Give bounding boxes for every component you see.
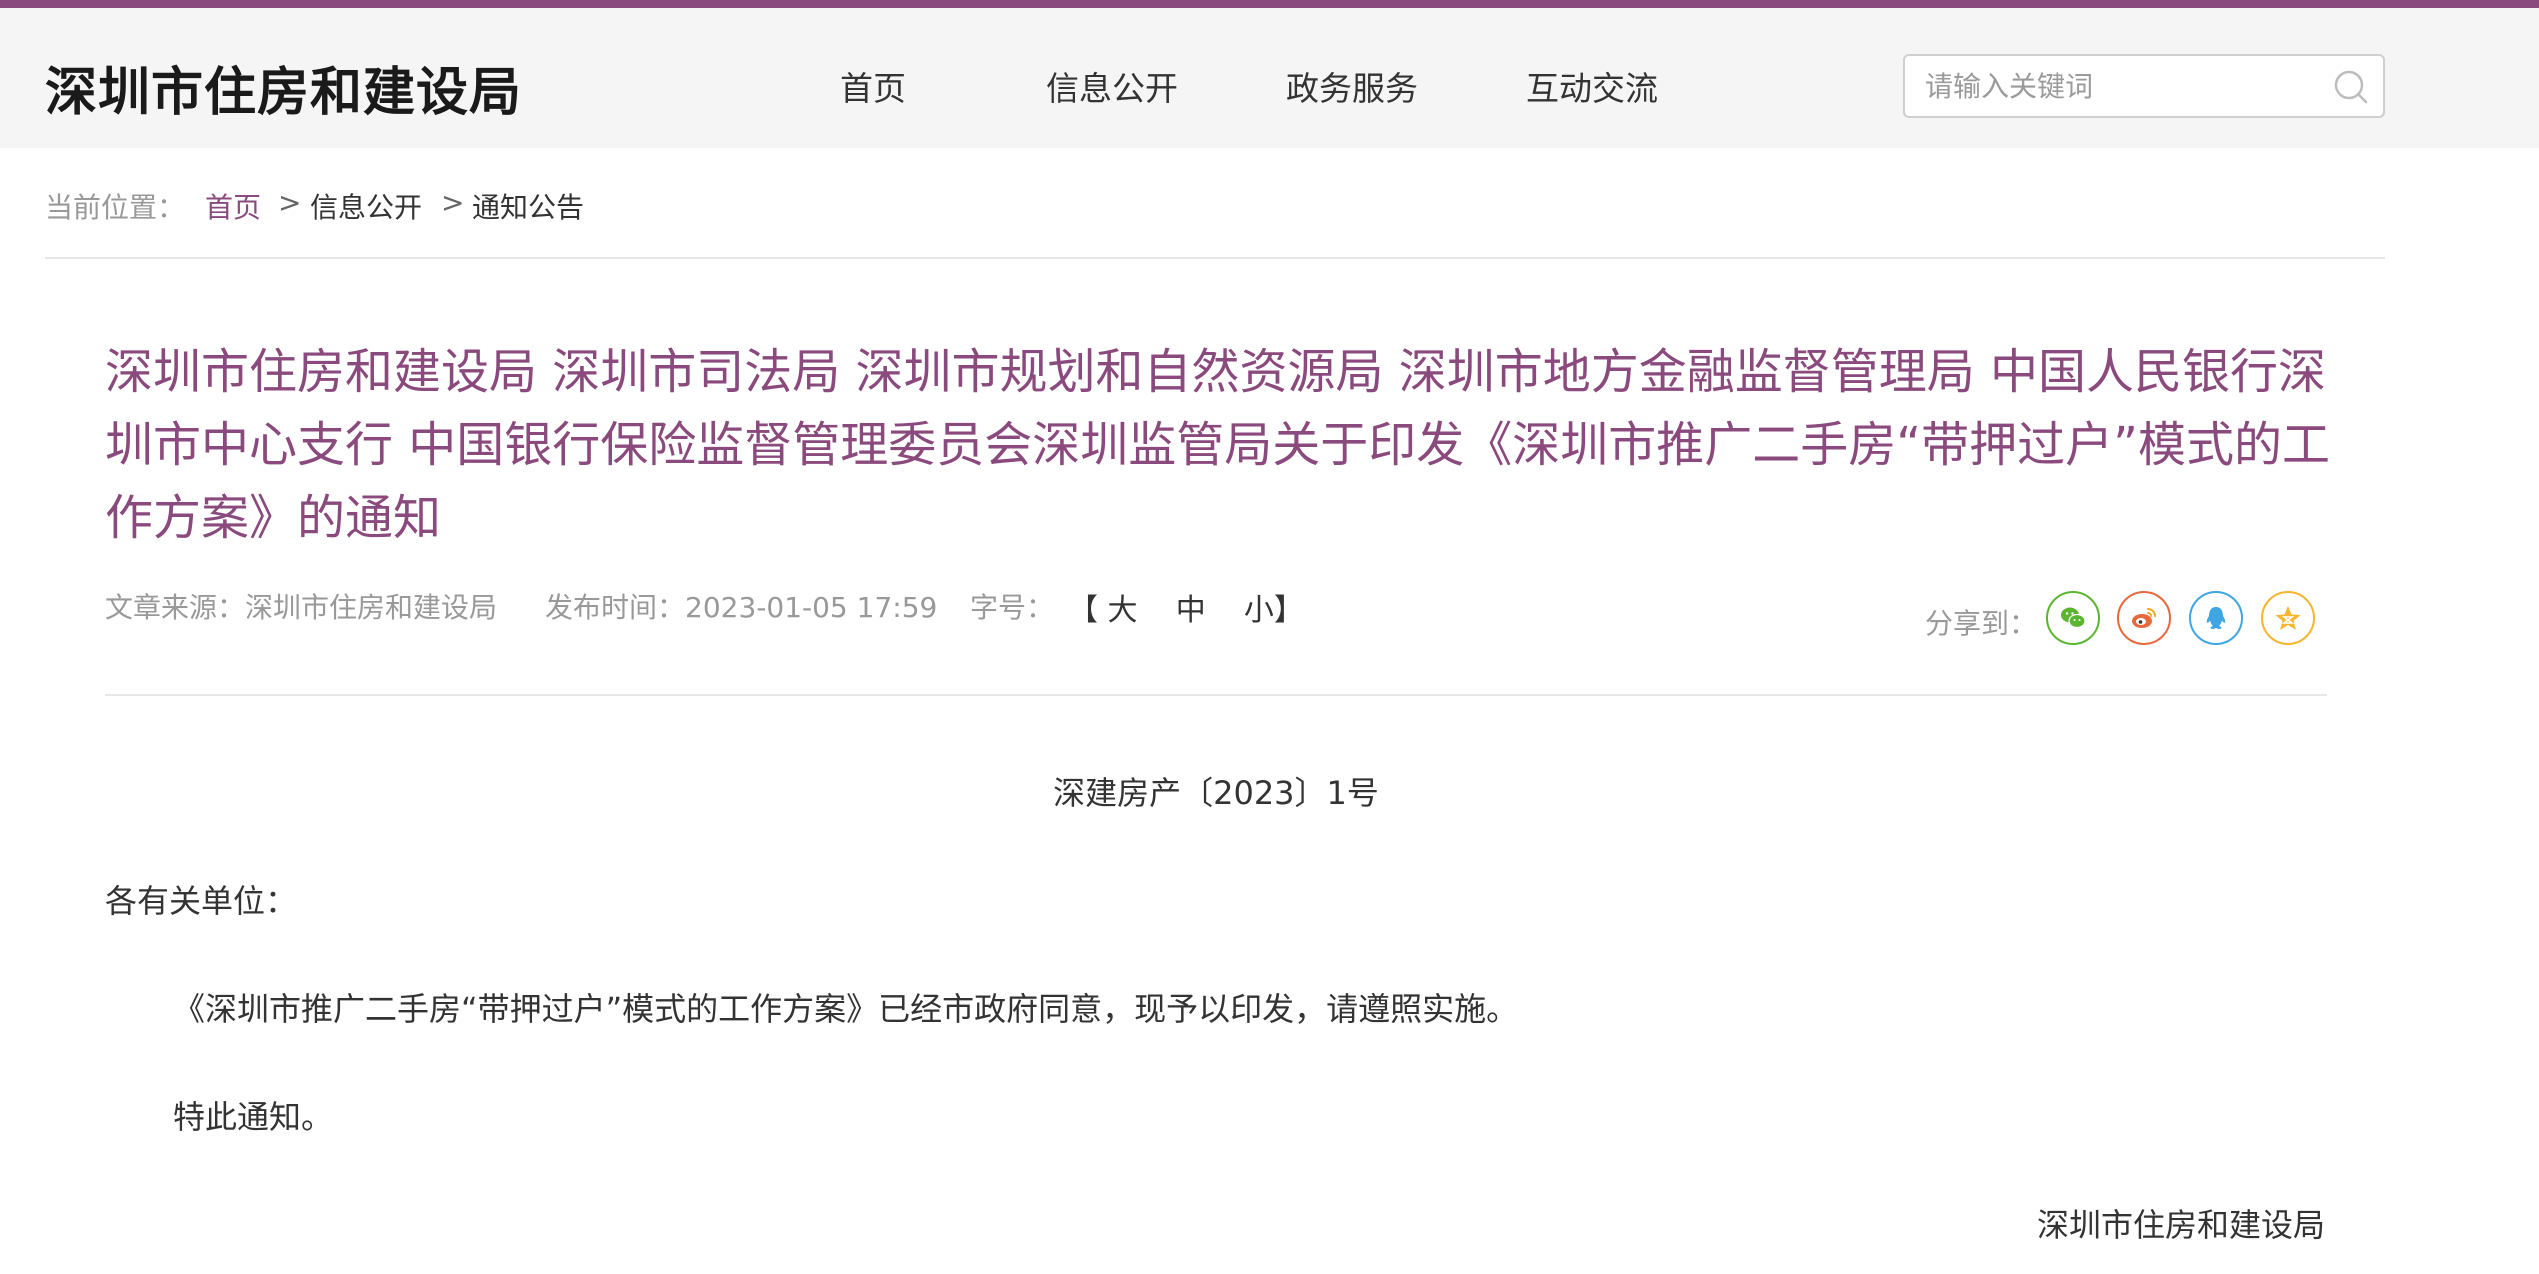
signature: 深圳市住房和建设局 [2036, 1206, 2325, 1244]
font-size-large-button[interactable]: 大 [1108, 593, 1138, 628]
share-weibo-button[interactable] [2117, 591, 2171, 645]
font-size-bracket-close: 】 [1273, 593, 1304, 628]
date-value: 2023-01-05 17:59 [685, 591, 938, 624]
search-icon[interactable] [2333, 69, 2369, 105]
site-header: 深圳市住房和建设局 首页 信息公开 政务服务 互动交流 [0, 8, 2539, 148]
salutation: 各有关单位： [105, 882, 298, 920]
article-title: 深圳市住房和建设局 深圳市司法局 深圳市规划和自然资源局 深圳市地方金融监督管理… [105, 344, 2330, 546]
weibo-icon [2132, 608, 2156, 628]
wechat-icon [2061, 607, 2086, 629]
font-size-small-button[interactable]: 小 [1244, 593, 1274, 628]
article-source: 文章来源：深圳市住房和建设局 [105, 586, 497, 626]
meta-divider [105, 694, 2327, 696]
font-size-label: 字号： [970, 591, 1055, 624]
breadcrumb-info-disclosure[interactable]: 信息公开 [310, 186, 422, 226]
share-qzone-button[interactable] [2261, 591, 2315, 645]
body-paragraph: 特此通知。 [173, 1098, 334, 1136]
body-paragraph: 《深圳市推广二手房“带押过户”模式的工作方案》已经市政府同意，现予以印发，请遵照… [173, 990, 1519, 1028]
nav-info-disclosure[interactable]: 信息公开 [1046, 62, 1178, 110]
search-input[interactable] [1925, 66, 2305, 106]
article-date: 发布时间：2023-01-05 17:59 [545, 586, 937, 626]
nav-government-services[interactable]: 政务服务 [1286, 62, 1418, 110]
share-qq-button[interactable] [2189, 591, 2243, 645]
breadcrumb-separator: > [278, 186, 302, 219]
font-size-bracket-open: 【 [1068, 593, 1098, 628]
share-label: 分享到： [1925, 607, 2038, 640]
source-value: 深圳市住房和建设局 [245, 591, 498, 624]
breadcrumb-divider [45, 257, 2385, 259]
breadcrumb-label: 当前位置： [45, 191, 186, 224]
qzone-icon [2275, 606, 2301, 630]
date-label: 发布时间： [545, 591, 686, 624]
font-size-medium-button[interactable]: 中 [1176, 593, 1206, 628]
source-label: 文章来源： [105, 591, 246, 624]
breadcrumb-notices[interactable]: 通知公告 [472, 186, 584, 226]
document-number: 深建房产〔2023〕1号 [1053, 774, 1379, 812]
breadcrumb-home[interactable]: 首页 [205, 186, 261, 226]
font-size-control: 【 大 中 小】 [1068, 585, 1304, 629]
site-title[interactable]: 深圳市住房和建设局 [45, 50, 522, 125]
breadcrumb-separator: > [441, 186, 465, 219]
share-wechat-button[interactable] [2046, 591, 2100, 645]
nav-interaction[interactable]: 互动交流 [1526, 62, 1658, 110]
top-accent-bar [0, 0, 2539, 8]
search-box [1903, 54, 2385, 118]
nav-home[interactable]: 首页 [840, 62, 906, 110]
qq-icon [2206, 607, 2226, 629]
